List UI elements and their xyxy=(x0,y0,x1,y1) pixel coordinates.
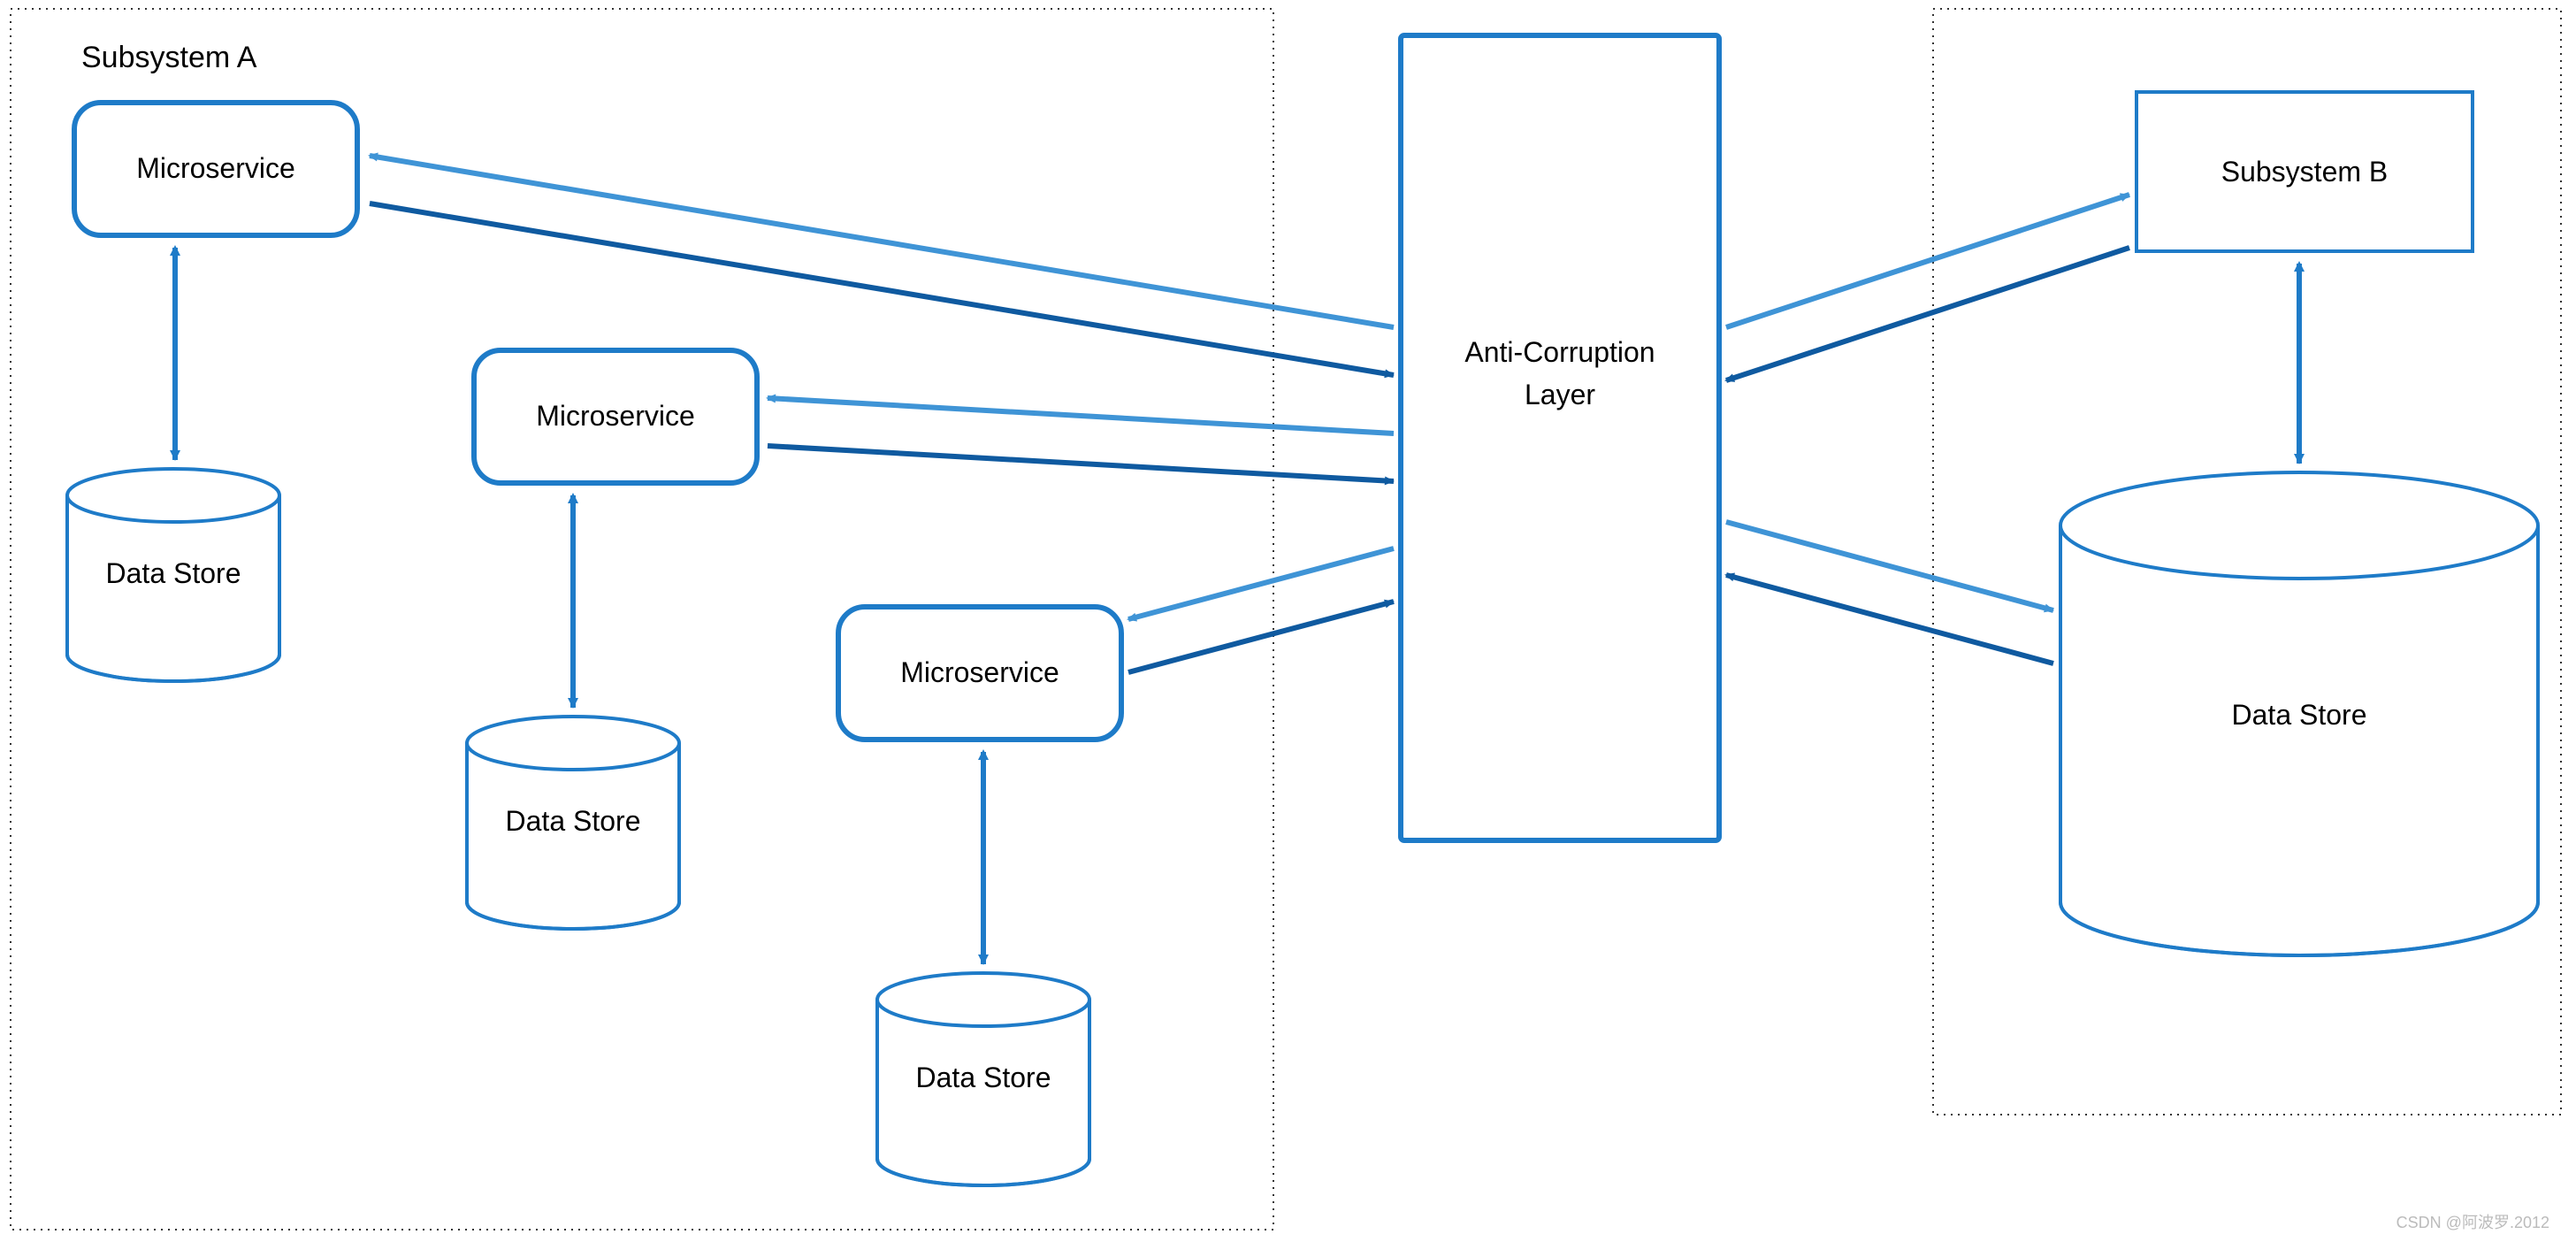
arrow-acl-to-subb-a xyxy=(1726,195,2129,327)
datastore-b-label: Data Store xyxy=(2060,699,2538,732)
arrow-acl-to-dsb-a xyxy=(1726,522,2053,610)
subsystem-a-title: Subsystem A xyxy=(81,41,256,75)
datastore-2-label: Data Store xyxy=(467,805,679,838)
subsystem-b-label: Subsystem B xyxy=(2136,156,2473,188)
arrow-acl-to-dsb-b xyxy=(1726,575,2053,663)
arrow-ms3-to-acl-a xyxy=(1128,548,1394,619)
microservice-2-label: Microservice xyxy=(474,400,757,433)
acl-label-2: Layer xyxy=(1401,379,1719,411)
watermark-text: CSDN @阿波罗.2012 xyxy=(2396,1210,2549,1233)
arrow-ms2-to-acl-b xyxy=(768,446,1394,481)
datastore-3-label: Data Store xyxy=(877,1062,1089,1094)
microservice-1-label: Microservice xyxy=(74,152,357,185)
arrow-ms1-to-acl-a xyxy=(370,156,1394,327)
diagram-canvas: { "subsystemA": { "title": "Subsystem A"… xyxy=(0,0,2576,1242)
arrow-ms3-to-acl-b xyxy=(1128,602,1394,672)
arrow-ms2-to-acl-a xyxy=(768,398,1394,433)
datastore-1-label: Data Store xyxy=(67,557,279,590)
acl-box xyxy=(1401,35,1719,840)
arrow-acl-to-subb-b xyxy=(1726,248,2129,380)
microservice-3-label: Microservice xyxy=(838,656,1121,689)
acl-label-1: Anti-Corruption xyxy=(1401,336,1719,369)
